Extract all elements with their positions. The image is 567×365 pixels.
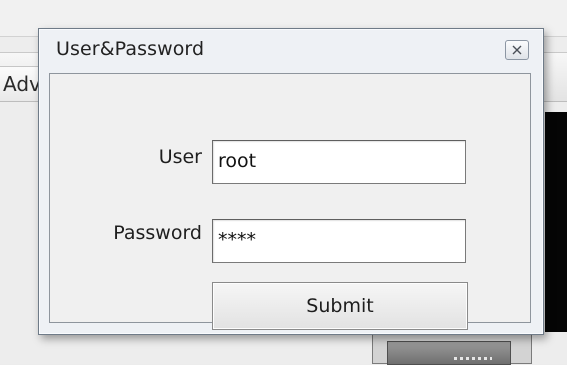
background-device-dots [454, 357, 492, 360]
background-dark-panel [545, 112, 567, 332]
password-label: Password [113, 222, 202, 244]
dialog-title: User&Password [56, 38, 205, 60]
user-input-value: root [218, 150, 257, 172]
password-input[interactable]: **** [212, 219, 466, 263]
close-button[interactable] [505, 40, 529, 60]
password-input-value: **** [218, 229, 256, 251]
submit-button[interactable]: Submit [212, 282, 468, 330]
background-device-image [372, 332, 532, 365]
user-password-dialog: User&Password User root Password **** Su… [38, 28, 544, 335]
background-device-face [387, 341, 511, 365]
user-input[interactable]: root [212, 140, 466, 184]
close-icon [511, 45, 523, 55]
dialog-client-area: User root Password **** Submit [49, 73, 531, 330]
dialog-titlebar[interactable]: User&Password [39, 29, 543, 73]
user-label: User [158, 146, 202, 168]
